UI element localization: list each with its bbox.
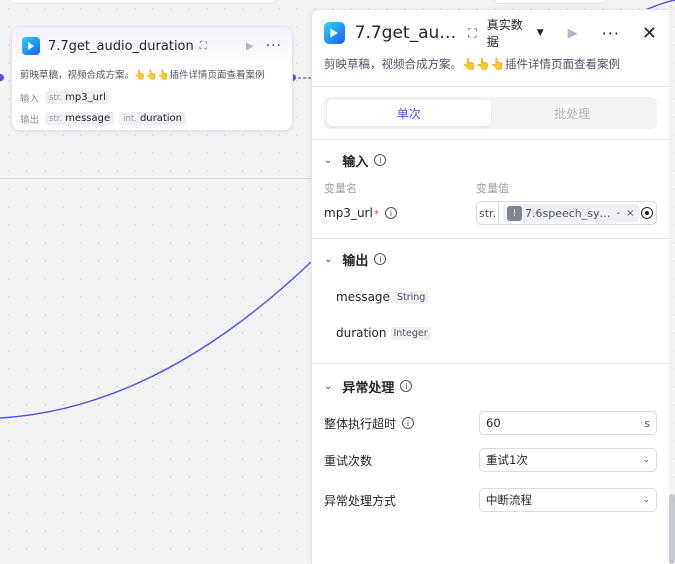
chip-name: message bbox=[65, 113, 111, 124]
timeout-input[interactable]: 60 s bbox=[479, 411, 657, 435]
input-label: 输入 bbox=[20, 93, 40, 105]
output-label: 输出 bbox=[20, 114, 40, 126]
run-mode-tabs: 单次 批处理 bbox=[324, 97, 657, 129]
input-chip: str. mp3_url bbox=[45, 91, 110, 104]
col-variable-value: 变量值 bbox=[476, 182, 509, 195]
run-icon[interactable]: ▶ bbox=[246, 41, 254, 52]
chevron-down-icon: ⌄ bbox=[642, 455, 650, 465]
chevron-down-icon[interactable]: ⌄ bbox=[324, 381, 332, 392]
variable-row: mp3_url * i str. ! 7.6speech_sy… - × bbox=[312, 196, 669, 230]
reference-text: 7.6speech_sy… bbox=[525, 206, 611, 220]
panel-title[interactable]: 7.7get_au… bbox=[355, 23, 457, 43]
panel-header: 7.7get_au… ⛶ 真实数据 ▼ ▶ ··· ✕ bbox=[312, 10, 669, 56]
timeout-label-text: 整体执行超时 bbox=[324, 416, 397, 431]
node-title: 7.7get_audio_duration bbox=[48, 38, 194, 54]
divider bbox=[312, 363, 669, 364]
plugin-node-card[interactable]: 7.7get_audio_duration ⛶ ▶ ··· 剪映草稿，视频合成方… bbox=[11, 26, 293, 131]
variable-name: mp3_url * i bbox=[324, 206, 476, 220]
chip-type: str. bbox=[49, 92, 63, 103]
retry-row: 重试次数 重试1次 ⌄ bbox=[312, 440, 669, 480]
handling-row: 异常处理方式 中断流程 ⌄ bbox=[312, 480, 669, 520]
chip-type: str. bbox=[49, 113, 63, 124]
tag-icon: ⛶ bbox=[199, 40, 207, 52]
info-icon[interactable]: i bbox=[400, 380, 413, 392]
output-type-badge: String bbox=[393, 290, 429, 304]
exception-section-header[interactable]: ⌄ 异常处理 i bbox=[312, 366, 669, 406]
data-mode-select[interactable]: 真实数据 bbox=[487, 16, 532, 50]
divider bbox=[312, 86, 669, 87]
handling-value: 中断流程 bbox=[486, 493, 533, 507]
reference-chip[interactable]: ! 7.6speech_sy… - × bbox=[503, 204, 639, 222]
chip-type: int. bbox=[123, 113, 137, 124]
retry-value: 重试1次 bbox=[486, 453, 528, 467]
output-type-badge: Integer bbox=[390, 326, 431, 340]
col-variable-name: 变量名 bbox=[324, 182, 357, 195]
section-title: 输入 bbox=[342, 154, 369, 170]
info-icon[interactable]: i bbox=[384, 207, 397, 219]
info-icon[interactable]: i bbox=[374, 154, 387, 166]
output-chip: str. message bbox=[45, 112, 115, 125]
variable-name-text: mp3_url bbox=[324, 206, 373, 220]
output-item: duration Integer bbox=[312, 315, 669, 351]
close-icon[interactable]: ✕ bbox=[642, 23, 657, 44]
run-icon[interactable]: ▶ bbox=[568, 26, 578, 41]
timeout-label: 整体执行超时 i bbox=[324, 415, 479, 432]
output-item: message String bbox=[312, 279, 669, 315]
remove-reference-icon[interactable]: × bbox=[626, 208, 634, 219]
tab-single[interactable]: 单次 bbox=[327, 100, 491, 126]
chevron-down-icon[interactable]: ⌄ bbox=[324, 254, 332, 265]
reference-separator: - bbox=[616, 207, 621, 219]
tag-icon: ⛶ bbox=[468, 25, 477, 40]
retry-label: 重试次数 bbox=[324, 453, 373, 468]
chip-name: mp3_url bbox=[65, 92, 106, 103]
input-section-header[interactable]: ⌄ 输入 i bbox=[312, 140, 669, 180]
node-detail-panel: 7.7get_au… ⛶ 真实数据 ▼ ▶ ··· ✕ 剪映草稿，视频合成方案。… bbox=[311, 9, 669, 564]
variable-type[interactable]: str. bbox=[477, 202, 499, 224]
handling-label: 异常处理方式 bbox=[324, 493, 397, 508]
retry-select[interactable]: 重试1次 ⌄ bbox=[479, 448, 657, 472]
warning-icon: ! bbox=[507, 205, 522, 221]
variable-column-headers: 变量名 变量值 bbox=[312, 180, 669, 196]
node-description: 剪映草稿，视频合成方案。👆👆👆插件详情页面查看案例 bbox=[20, 70, 265, 81]
target-icon[interactable] bbox=[641, 207, 653, 219]
timeout-unit: s bbox=[644, 416, 650, 430]
info-icon[interactable]: i bbox=[402, 417, 415, 429]
tab-batch[interactable]: 批处理 bbox=[491, 100, 655, 126]
node-output-row: 输出 str. message int. duration bbox=[12, 108, 292, 129]
output-name: duration bbox=[336, 326, 387, 340]
node-input-row: 输入 str. mp3_url bbox=[12, 87, 292, 108]
app-logo-icon bbox=[324, 22, 345, 44]
chevron-down-icon[interactable]: ⌄ bbox=[324, 155, 332, 166]
caret-down-icon[interactable]: ▼ bbox=[537, 28, 544, 38]
required-mark: * bbox=[373, 209, 379, 220]
output-chip: int. duration bbox=[119, 112, 187, 125]
more-icon[interactable]: ··· bbox=[266, 38, 282, 54]
timeout-value: 60 bbox=[486, 416, 501, 430]
section-title: 输出 bbox=[342, 253, 369, 269]
chevron-down-icon: ⌄ bbox=[642, 495, 650, 505]
output-name: message bbox=[336, 290, 390, 304]
timeout-row: 整体执行超时 i 60 s bbox=[312, 406, 669, 440]
app-logo-icon bbox=[22, 37, 40, 55]
variable-value-field[interactable]: str. ! 7.6speech_sy… - × bbox=[476, 201, 657, 225]
chip-name: duration bbox=[139, 113, 183, 124]
section-title: 异常处理 bbox=[342, 380, 395, 396]
output-section-header[interactable]: ⌄ 输出 i bbox=[312, 239, 669, 279]
info-icon[interactable]: i bbox=[374, 253, 387, 265]
node-header: 7.7get_audio_duration ⛶ ▶ ··· bbox=[12, 27, 292, 65]
scrollbar[interactable] bbox=[669, 494, 675, 564]
panel-description: 剪映草稿，视频合成方案。👆👆👆插件详情页面查看案例 bbox=[324, 57, 620, 71]
handling-select[interactable]: 中断流程 ⌄ bbox=[479, 488, 657, 512]
more-icon[interactable]: ··· bbox=[602, 24, 620, 43]
